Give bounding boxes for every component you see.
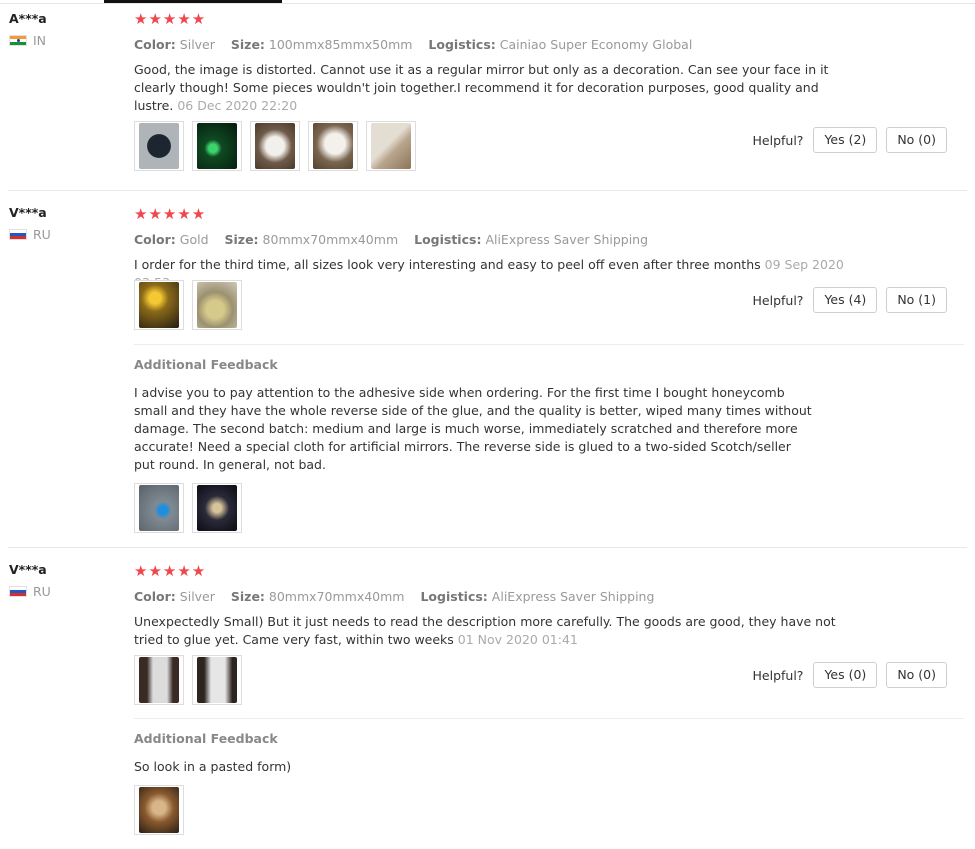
color-label: Color: — [134, 232, 176, 247]
review-photos — [134, 121, 416, 171]
review-photo[interactable] — [308, 121, 358, 171]
star-rating: ★★★★★ — [134, 205, 207, 223]
active-tab-indicator — [104, 0, 282, 3]
country-code: RU — [33, 584, 51, 599]
logistics-value: AliExpress Saver Shipping — [485, 232, 649, 247]
star-rating: ★★★★★ — [134, 562, 207, 580]
reviewer-name: V***a — [9, 205, 47, 220]
order-attributes: Color: Silver Size: 80mmx70mmx40mm Logis… — [134, 589, 854, 604]
size-label: Size: — [230, 37, 265, 52]
tab-strip — [0, 0, 975, 4]
helpful-no-button[interactable]: No (0) — [886, 662, 947, 688]
reviewer-name: A***a — [9, 11, 47, 26]
russia-flag-icon — [9, 229, 27, 240]
helpful-vote: Helpful? Yes (2) No (0) — [753, 127, 947, 153]
color-value: Gold — [179, 232, 209, 247]
review-body: I order for the third time, all sizes lo… — [134, 257, 761, 272]
logistics-value: Cainiao Super Economy Global — [499, 37, 693, 52]
review-photo[interactable] — [192, 483, 242, 533]
review-photo[interactable] — [134, 655, 184, 705]
reviewer-country: RU — [9, 584, 51, 599]
additional-feedback-text: I advise you to pay attention to the adh… — [134, 385, 812, 472]
size-label: Size: — [224, 232, 259, 247]
logistics-label: Logistics: — [428, 37, 496, 52]
size-value: 80mmx70mmx40mm — [262, 232, 399, 247]
review-date: 06 Dec 2020 22:20 — [177, 98, 298, 113]
color-value: Silver — [179, 589, 215, 604]
size-label: Size: — [230, 589, 265, 604]
helpful-no-button[interactable]: No (1) — [886, 287, 947, 313]
color-label: Color: — [134, 589, 176, 604]
color-label: Color: — [134, 37, 176, 52]
helpful-label: Helpful? — [752, 132, 804, 148]
reviewer-info: A***a IN — [9, 11, 47, 48]
russia-flag-icon — [9, 586, 27, 597]
review-text: Unexpectedly Small) But it just needs to… — [134, 613, 864, 649]
review-photo[interactable] — [134, 121, 184, 171]
additional-feedback-text: So look in a pasted form) — [134, 759, 292, 774]
review-photo[interactable] — [366, 121, 416, 171]
helpful-vote: Helpful? Yes (4) No (1) — [753, 287, 947, 313]
review-photo[interactable] — [134, 785, 184, 835]
logistics-label: Logistics: — [420, 589, 488, 604]
review-content: ★★★★★ Color: Silver Size: 100mmx85mmx50m… — [134, 10, 854, 115]
review-item: A***a IN ★★★★★ Color: Silver Size: 100mm… — [0, 5, 975, 191]
review-photo[interactable] — [134, 483, 184, 533]
logistics-value: AliExpress Saver Shipping — [491, 589, 655, 604]
helpful-label: Helpful? — [752, 292, 804, 308]
size-value: 100mmx85mmx50mm — [268, 37, 413, 52]
reviewer-info: V***a RU — [9, 205, 51, 242]
review-photos — [134, 280, 242, 330]
review-photo[interactable] — [250, 121, 300, 171]
country-code: IN — [33, 33, 47, 48]
additional-divider — [134, 718, 964, 719]
review-content: ★★★★★ Color: Silver Size: 80mmx70mmx40mm… — [134, 562, 854, 649]
reviewer-country: RU — [9, 227, 51, 242]
helpful-vote: Helpful? Yes (0) No (0) — [753, 662, 947, 688]
order-attributes: Color: Silver Size: 100mmx85mmx50mm Logi… — [134, 37, 854, 52]
additional-feedback: Additional Feedback So look in a pasted … — [134, 718, 964, 776]
review-item: V***a RU ★★★★★ Color: Silver Size: 80mmx… — [0, 548, 975, 849]
review-photo[interactable] — [192, 121, 242, 171]
review-photo[interactable] — [192, 655, 242, 705]
color-value: Silver — [179, 37, 215, 52]
india-flag-icon — [9, 35, 27, 46]
review-content: ★★★★★ Color: Gold Size: 80mmx70mmx40mm L… — [134, 205, 854, 292]
reviewer-name: V***a — [9, 562, 47, 577]
helpful-no-button[interactable]: No (0) — [886, 127, 947, 153]
additional-photos — [134, 785, 184, 835]
review-text: Good, the image is distorted. Cannot use… — [134, 61, 844, 115]
star-rating: ★★★★★ — [134, 10, 207, 28]
helpful-yes-button[interactable]: Yes (0) — [813, 662, 878, 688]
helpful-yes-button[interactable]: Yes (2) — [813, 127, 878, 153]
review-date: 01 Nov 2020 01:41 — [457, 632, 578, 647]
review-photo[interactable] — [192, 280, 242, 330]
size-value: 80mmx70mmx40mm — [268, 589, 405, 604]
review-photo[interactable] — [134, 280, 184, 330]
helpful-yes-button[interactable]: Yes (4) — [813, 287, 878, 313]
additional-divider — [134, 344, 964, 345]
reviewer-country: IN — [9, 33, 47, 48]
additional-feedback-heading: Additional Feedback — [134, 731, 278, 746]
additional-photos — [134, 483, 242, 533]
review-item: V***a RU ★★★★★ Color: Gold Size: 80mmx70… — [0, 191, 975, 548]
helpful-label: Helpful? — [752, 667, 804, 683]
review-photos — [134, 655, 242, 705]
order-attributes: Color: Gold Size: 80mmx70mmx40mm Logisti… — [134, 232, 854, 247]
country-code: RU — [33, 227, 51, 242]
additional-feedback-heading: Additional Feedback — [134, 357, 278, 372]
additional-feedback: Additional Feedback I advise you to pay … — [134, 344, 964, 474]
reviewer-info: V***a RU — [9, 562, 51, 599]
logistics-label: Logistics: — [414, 232, 482, 247]
